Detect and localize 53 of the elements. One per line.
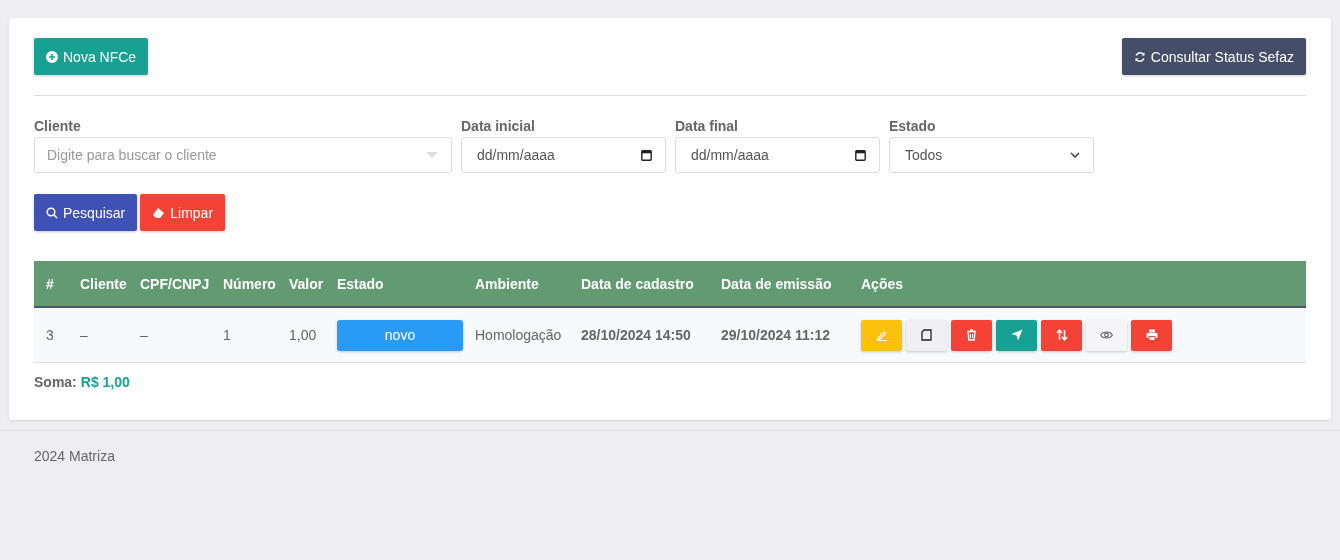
- table-cell: 3: [34, 307, 68, 363]
- send-button[interactable]: [996, 319, 1037, 351]
- column-header: Número: [211, 261, 277, 307]
- plus-circle-icon: [46, 50, 58, 63]
- sum-value: R$ 1,00: [80, 374, 130, 390]
- column-header: Ambiente: [463, 261, 569, 307]
- status-select[interactable]: Todos: [889, 137, 1094, 173]
- clear-button[interactable]: Limpar: [140, 194, 226, 231]
- column-header: Ações: [849, 261, 1306, 307]
- view-button[interactable]: [1086, 319, 1127, 351]
- date-field[interactable]: dd/mm/aaaa: [461, 137, 666, 173]
- trash-icon: [966, 329, 977, 341]
- printer-icon: [1145, 329, 1158, 341]
- refresh-icon: [1133, 50, 1146, 63]
- search-button[interactable]: Pesquisar: [34, 194, 138, 231]
- delete-button[interactable]: [951, 319, 992, 351]
- eye-icon: [1100, 330, 1113, 340]
- print-button[interactable]: [1131, 319, 1172, 351]
- field-label: Data final: [675, 118, 739, 134]
- search-icon: [46, 206, 58, 219]
- copy-button[interactable]: [906, 319, 947, 351]
- field-label: Data inicial: [461, 118, 536, 134]
- field-label: Estado: [889, 118, 937, 134]
- paper-plane-icon: [1010, 329, 1023, 341]
- footer-text: 2024 Matriza: [34, 448, 115, 464]
- column-header: Estado: [325, 261, 463, 307]
- up-down-arrows-icon: [1055, 329, 1068, 341]
- table-cell: 29/10/2024 11:12: [709, 307, 849, 363]
- field-label: Cliente: [34, 118, 82, 134]
- dropdown-triangle-icon: [426, 152, 438, 158]
- date-field[interactable]: dd/mm/aaaa: [675, 137, 880, 173]
- pencil-icon: [875, 329, 888, 341]
- table-cell: –: [128, 307, 211, 363]
- column-header: Cliente: [68, 261, 128, 307]
- table-cell: –: [68, 307, 128, 363]
- table-cell: 1: [211, 307, 277, 363]
- status-badge: novo: [337, 319, 463, 351]
- column-header: CPF/CNPJ: [128, 261, 211, 307]
- chevron-down-icon: [1070, 152, 1080, 158]
- eraser-icon: [152, 206, 166, 219]
- table-cell: 1,00: [277, 307, 325, 363]
- check-status-button[interactable]: Consultar Status Sefaz: [1121, 38, 1306, 75]
- table-cell: Homologação: [463, 307, 569, 363]
- column-header: Data de emissão: [709, 261, 849, 307]
- document-icon: [921, 329, 932, 341]
- sum-label: Soma:: [34, 374, 77, 390]
- column-header: Valor: [277, 261, 325, 307]
- column-header: Data de cadastro: [569, 261, 709, 307]
- calendar-icon: [855, 149, 866, 161]
- column-header: #: [34, 261, 68, 307]
- calendar-icon: [641, 149, 652, 161]
- swap-button[interactable]: [1041, 319, 1082, 351]
- table-cell: 28/10/2024 14:50: [569, 307, 709, 363]
